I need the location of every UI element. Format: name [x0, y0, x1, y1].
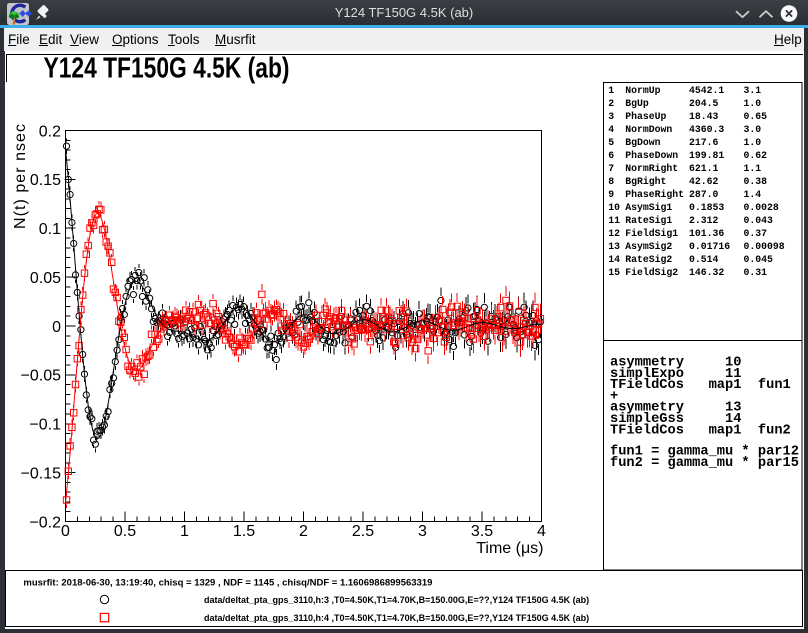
svg-text:2: 2	[299, 523, 308, 540]
svg-text:8: 8	[608, 176, 614, 187]
svg-text:1: 1	[608, 85, 614, 96]
svg-text:199.81: 199.81	[689, 150, 724, 161]
svg-text:BgRight: BgRight	[625, 176, 666, 187]
svg-text:TFieldCos: TFieldCos	[610, 423, 684, 438]
svg-text:0.00098: 0.00098	[744, 241, 785, 252]
svg-text:4360.3: 4360.3	[689, 124, 724, 135]
svg-text:1.4: 1.4	[744, 189, 762, 200]
svg-text:1.0: 1.0	[744, 98, 762, 109]
svg-text:0.65: 0.65	[744, 111, 768, 122]
svg-text:4: 4	[537, 523, 546, 540]
svg-text:287.0: 287.0	[689, 189, 719, 200]
svg-text:musrfit: 2018-06-30, 13:19:40,: musrfit: 2018-06-30, 13:19:40, chisq = 1…	[23, 578, 432, 589]
svg-text:4: 4	[608, 124, 614, 135]
svg-text:NormDown: NormDown	[625, 124, 672, 135]
svg-text:RateSig2: RateSig2	[625, 254, 672, 265]
svg-text:0.37: 0.37	[744, 228, 768, 239]
svg-text:AsymSig2: AsymSig2	[625, 241, 672, 252]
svg-text:2.312: 2.312	[689, 215, 719, 226]
svg-text:map1: map1	[709, 378, 742, 393]
svg-text:1.5: 1.5	[233, 523, 255, 540]
svg-text:−0.15: −0.15	[21, 465, 62, 482]
svg-text:0.1: 0.1	[39, 221, 61, 238]
svg-text:0.62: 0.62	[744, 150, 768, 161]
svg-text:NormRight: NormRight	[625, 163, 678, 174]
svg-text:5: 5	[608, 137, 614, 148]
svg-text:3: 3	[418, 523, 427, 540]
svg-text:3: 3	[608, 111, 614, 122]
svg-text:217.6: 217.6	[689, 137, 719, 148]
svg-text:NormUp: NormUp	[625, 85, 660, 96]
svg-text:fun2 = gamma_mu * par15: fun2 = gamma_mu * par15	[610, 456, 799, 471]
svg-text:7: 7	[608, 163, 614, 174]
svg-text:RateSig1: RateSig1	[625, 215, 672, 226]
svg-text:12: 12	[608, 228, 620, 239]
svg-text:11: 11	[608, 215, 620, 226]
svg-text:0.05: 0.05	[30, 270, 61, 287]
svg-text:1.1: 1.1	[744, 163, 762, 174]
svg-text:10: 10	[608, 202, 620, 213]
svg-text:4542.1: 4542.1	[689, 85, 724, 96]
svg-text:N(t) per nsec: N(t) per nsec	[12, 124, 29, 229]
svg-text:0.0028: 0.0028	[744, 202, 779, 213]
svg-text:204.5: 204.5	[689, 98, 719, 109]
svg-text:PhaseRight: PhaseRight	[625, 189, 684, 200]
svg-text:6: 6	[608, 150, 614, 161]
svg-text:1: 1	[180, 523, 189, 540]
svg-text:0: 0	[52, 319, 61, 336]
svg-text:0.38: 0.38	[744, 176, 768, 187]
svg-text:−0.05: −0.05	[21, 368, 62, 385]
svg-text:13: 13	[608, 241, 620, 252]
svg-text:PhaseDown: PhaseDown	[625, 150, 678, 161]
svg-text:14: 14	[608, 254, 620, 265]
svg-text:0.043: 0.043	[744, 215, 774, 226]
svg-text:FieldSig1: FieldSig1	[625, 228, 678, 239]
svg-text:0.31: 0.31	[744, 267, 768, 278]
svg-text:fun1: fun1	[758, 378, 791, 393]
svg-text:0.15: 0.15	[30, 172, 61, 189]
svg-text:PhaseUp: PhaseUp	[625, 111, 666, 122]
svg-text:FieldSig2: FieldSig2	[625, 267, 678, 278]
svg-text:146.32: 146.32	[689, 267, 724, 278]
svg-text:BgDown: BgDown	[625, 137, 660, 148]
svg-text:−0.1: −0.1	[29, 417, 61, 434]
svg-text:2: 2	[608, 98, 614, 109]
svg-text:0.1853: 0.1853	[689, 202, 724, 213]
svg-text:0.2: 0.2	[39, 123, 61, 140]
svg-text:BgUp: BgUp	[625, 98, 649, 109]
svg-text:1.0: 1.0	[744, 137, 762, 148]
svg-text:3.5: 3.5	[471, 523, 493, 540]
svg-text:101.36: 101.36	[689, 228, 724, 239]
svg-text:2.5: 2.5	[352, 523, 374, 540]
svg-text:3.1: 3.1	[744, 85, 762, 96]
svg-text:map1: map1	[709, 423, 742, 438]
svg-text:Y124 TF150G 4.5K (ab): Y124 TF150G 4.5K (ab)	[44, 52, 290, 84]
svg-text:AsymSig1: AsymSig1	[625, 202, 672, 213]
svg-text:−0.2: −0.2	[29, 514, 61, 531]
svg-text:TFieldCos: TFieldCos	[610, 378, 684, 393]
svg-text:0.5: 0.5	[114, 523, 136, 540]
svg-text:42.62: 42.62	[689, 176, 719, 187]
svg-text:0: 0	[61, 523, 70, 540]
svg-text:15: 15	[608, 267, 620, 278]
svg-text:fun2: fun2	[758, 423, 791, 438]
svg-text:9: 9	[608, 189, 614, 200]
svg-text:0.045: 0.045	[744, 254, 774, 265]
svg-text:18.43: 18.43	[689, 111, 719, 122]
svg-text:621.1: 621.1	[689, 163, 719, 174]
svg-text:0.514: 0.514	[689, 254, 719, 265]
svg-text:0.01716: 0.01716	[689, 241, 730, 252]
svg-text:3.0: 3.0	[744, 124, 762, 135]
svg-text:Time (μs): Time (μs)	[476, 540, 543, 557]
svg-text:data/deltat_pta_gps_3110,h:4 ,: data/deltat_pta_gps_3110,h:4 ,T0=4.50K,T…	[204, 613, 589, 623]
svg-text:data/deltat_pta_gps_3110,h:3 ,: data/deltat_pta_gps_3110,h:3 ,T0=4.50K,T…	[204, 595, 589, 605]
